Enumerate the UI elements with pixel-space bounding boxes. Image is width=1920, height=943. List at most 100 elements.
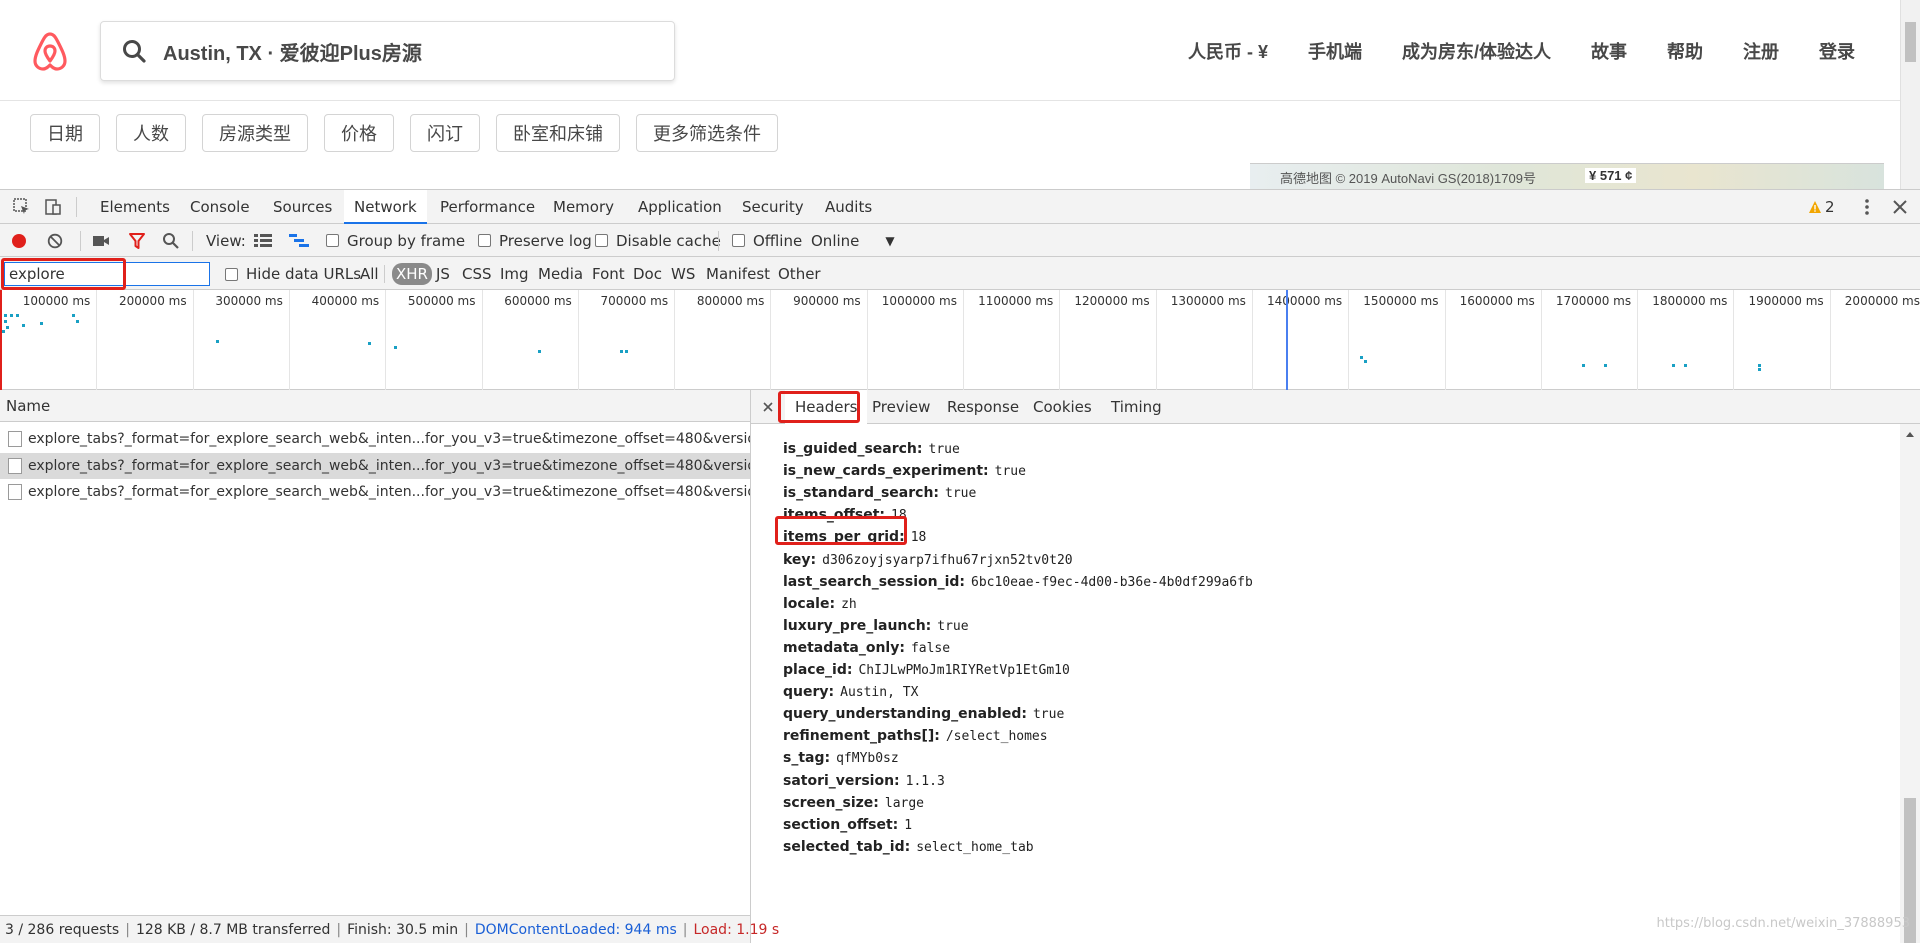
nav-mobile[interactable]: 手机端 [1308, 38, 1362, 64]
tab-cookies[interactable]: Cookies [1023, 390, 1102, 424]
filter-home-type-button[interactable]: 房源类型 [202, 114, 308, 152]
screenshot-camera-icon[interactable] [92, 233, 110, 249]
filter-dates-button[interactable]: 日期 [30, 114, 100, 152]
airbnb-logo-icon[interactable] [30, 30, 70, 72]
tab-elements[interactable]: Elements [90, 190, 180, 224]
query-param-row: query: Austin, TX [783, 681, 918, 703]
tab-memory[interactable]: Memory [543, 190, 624, 224]
type-media[interactable]: Media [534, 263, 587, 285]
tabbar-divider [76, 197, 77, 217]
param-value: 1.1.3 [905, 773, 945, 789]
query-param-row: items_offset: 18 [783, 504, 907, 526]
param-value: true [928, 442, 960, 457]
load-marker [0, 290, 2, 390]
type-css[interactable]: CSS [458, 263, 496, 285]
tab-network[interactable]: Network [344, 190, 427, 224]
query-param-row: last_search_session_id: 6bc10eae-f9ec-4d0… [783, 571, 1253, 593]
type-other[interactable]: Other [774, 263, 825, 285]
filter-instant-book-button[interactable]: 闪订 [410, 114, 480, 152]
filter-price-button[interactable]: 价格 [324, 114, 394, 152]
nav-login[interactable]: 登录 [1819, 38, 1855, 64]
tab-console[interactable]: Console [180, 190, 260, 224]
column-name[interactable]: Name [6, 397, 50, 415]
preserve-log-checkbox[interactable]: Preserve log [478, 224, 592, 257]
hide-data-urls-checkbox[interactable]: Hide data URLs [225, 263, 361, 285]
nav-stories[interactable]: 故事 [1591, 38, 1627, 64]
filter-icon[interactable] [128, 232, 146, 250]
scroll-up-icon[interactable] [1905, 430, 1915, 438]
tab-timing[interactable]: Timing [1101, 390, 1172, 424]
tab-audits[interactable]: Audits [815, 190, 882, 224]
record-icon[interactable] [11, 233, 27, 249]
filter-rooms-beds-button[interactable]: 卧室和床铺 [496, 114, 620, 152]
tab-sources[interactable]: Sources [263, 190, 342, 224]
type-xhr[interactable]: XHR [392, 263, 432, 285]
filter-input[interactable]: explore [4, 262, 210, 286]
request-row[interactable]: explore_tabs?_format=for_explore_search_… [0, 479, 750, 505]
query-param-row: luxury_pre_launch: true [783, 615, 969, 637]
nav-signup[interactable]: 注册 [1743, 38, 1779, 64]
hide-data-urls-label: Hide data URLs [246, 265, 362, 283]
map-attribution: 高德地图 © 2019 AutoNavi GS(2018)1709号 [1280, 171, 1536, 186]
param-value: large [884, 795, 925, 811]
map-preview[interactable]: 高德地图 © 2019 AutoNavi GS(2018)1709号 ¥ 571… [1250, 163, 1884, 190]
search-box[interactable]: Austin, TX · 爱彼迎Plus房源 [100, 21, 675, 81]
tab-security[interactable]: Security [732, 190, 814, 224]
type-font[interactable]: Font [588, 263, 629, 285]
waterfall-overview-icon[interactable] [289, 234, 309, 248]
tab-preview[interactable]: Preview [862, 390, 940, 424]
toolbar-divider [718, 231, 719, 251]
warning-indicator[interactable]: 2 [1808, 190, 1835, 224]
type-img[interactable]: Img [496, 263, 533, 285]
request-row[interactable]: explore_tabs?_format=for_explore_search_… [0, 453, 750, 479]
file-icon [8, 484, 22, 500]
tab-performance[interactable]: Performance [430, 190, 545, 224]
file-icon [8, 431, 22, 447]
clear-icon[interactable] [47, 233, 63, 249]
detail-scrollbar[interactable] [1900, 424, 1920, 943]
timeline-tick-label: 1900000 ms [1748, 294, 1824, 308]
close-devtools-icon[interactable] [1892, 199, 1908, 215]
request-row[interactable]: explore_tabs?_format=for_explore_search_… [0, 426, 750, 452]
timeline-request-mark [72, 314, 75, 317]
page-scrollbar[interactable] [1900, 0, 1920, 189]
query-param-row: query_understanding_enabled: true [783, 703, 1064, 725]
disable-cache-checkbox[interactable]: Disable cache [595, 224, 721, 257]
timeline-tick-label: 100000 ms [22, 294, 91, 308]
search-network-icon[interactable] [162, 232, 180, 250]
type-ws[interactable]: WS [667, 263, 699, 285]
page-scrollbar-thumb[interactable] [1905, 22, 1916, 62]
nav-become-host[interactable]: 成为房东/体验达人 [1402, 38, 1551, 64]
map-price-marker[interactable]: ¥ 571 ¢ [1585, 168, 1637, 183]
tab-headers[interactable]: Headers [785, 390, 868, 424]
group-by-frame-checkbox[interactable]: Group by frame [326, 224, 465, 257]
network-overview-timeline[interactable]: 100000 ms 200000 ms 300000 ms 400000 ms 5000… [0, 290, 1920, 390]
status-transferred: 128 KB / 8.7 MB transferred [135, 922, 331, 938]
throttle-select[interactable]: Online ▼ [811, 224, 895, 257]
tab-response[interactable]: Response [937, 390, 1029, 424]
param-value: true [937, 618, 969, 634]
type-all[interactable]: All [356, 263, 383, 285]
filter-guests-button[interactable]: 人数 [116, 114, 186, 152]
timeline-request-mark [216, 340, 219, 343]
type-manifest[interactable]: Manifest [702, 263, 774, 285]
offline-checkbox[interactable]: Offline [732, 224, 802, 257]
more-options-icon[interactable] [1858, 198, 1876, 216]
param-key: query_understanding_enabled: [783, 706, 1027, 723]
param-value: true [945, 486, 977, 502]
timeline-request-mark [1672, 364, 1675, 367]
type-doc[interactable]: Doc [629, 263, 666, 285]
close-detail-icon[interactable] [763, 402, 773, 412]
type-js[interactable]: JS [432, 263, 454, 285]
request-detail-tabs: Headers Preview Response Cookies Timing [751, 390, 1920, 424]
timeline-tick-label: 1800000 ms [1652, 294, 1728, 308]
inspect-element-icon[interactable] [12, 197, 32, 217]
filter-more-button[interactable]: 更多筛选条件 [636, 114, 778, 152]
status-dom-content-loaded: DOMContentLoaded: 944 ms [474, 922, 677, 938]
large-rows-icon[interactable] [254, 234, 272, 248]
tab-application[interactable]: Application [628, 190, 732, 224]
param-value: Austin, TX [840, 685, 919, 701]
nav-currency[interactable]: 人民币 - ¥ [1188, 38, 1268, 64]
nav-help[interactable]: 帮助 [1667, 38, 1703, 64]
device-toolbar-icon[interactable] [43, 197, 63, 217]
